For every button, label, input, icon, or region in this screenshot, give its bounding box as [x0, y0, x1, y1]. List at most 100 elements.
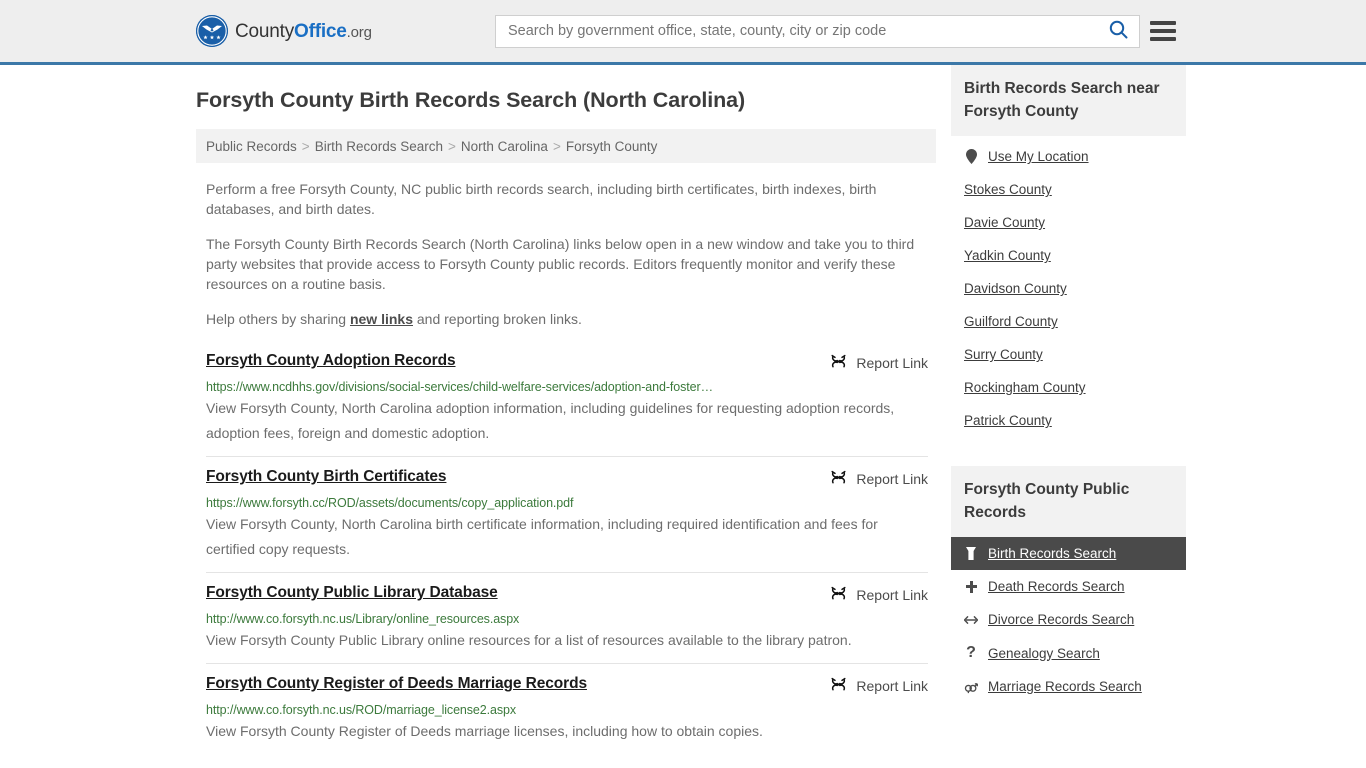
search-button[interactable] [1097, 16, 1139, 47]
gender-symbols-icon [964, 680, 978, 694]
result-title-link[interactable]: Forsyth County Register of Deeds Marriag… [206, 675, 587, 693]
sidebar-item-davidson-county[interactable]: Davidson County [951, 272, 1186, 305]
sidebar-link-label[interactable]: Death Records Search [988, 579, 1125, 594]
logo-text-county: County [235, 20, 295, 42]
menu-bar-2 [1150, 29, 1176, 33]
sidebar-link-label[interactable]: Stokes County [964, 182, 1052, 197]
report-link-button[interactable]: Report Link [830, 353, 928, 373]
sidebar-item-guilford-county[interactable]: Guilford County [951, 305, 1186, 338]
breadcrumb-item-public-records[interactable]: Public Records [206, 139, 297, 154]
nearby-counties-list: Use My Location Stokes County Davie Coun… [951, 140, 1186, 437]
sidebar-link-label[interactable]: Genealogy Search [988, 646, 1100, 661]
result-title-link[interactable]: Forsyth County Birth Certificates [206, 468, 447, 486]
menu-bar-1 [1150, 21, 1176, 25]
result-header: Forsyth County Public Library Database R… [206, 584, 928, 605]
sidebar-link-label[interactable]: Divorce Records Search [988, 612, 1134, 627]
logo-text-org: .org [346, 23, 372, 41]
search-bar[interactable] [495, 14, 1140, 48]
breadcrumb-item-birth-records-search[interactable]: Birth Records Search [315, 139, 443, 154]
menu-bar-3 [1150, 37, 1176, 41]
nearby-counties-box: Birth Records Search near Forsyth County… [951, 65, 1186, 437]
left-right-arrow-icon [964, 614, 978, 626]
sidebar-item-marriage-records-search[interactable]: Marriage Records Search [951, 670, 1186, 703]
result-title-link[interactable]: Forsyth County Adoption Records [206, 352, 456, 370]
sidebar-link-label[interactable]: Davidson County [964, 281, 1067, 296]
sidebar-link-label[interactable]: Birth Records Search [988, 546, 1116, 561]
sidebar-item-divorce-records-search[interactable]: Divorce Records Search [951, 603, 1186, 636]
sidebar-item-yadkin-county[interactable]: Yadkin County [951, 239, 1186, 272]
intro-paragraph-1: Perform a free Forsyth County, NC public… [206, 181, 877, 217]
result-item: Forsyth County Birth Certificates Report… [206, 456, 928, 572]
report-link-label: Report Link [856, 587, 928, 603]
result-description: View Forsyth County Public Library onlin… [206, 632, 852, 648]
search-icon [1109, 20, 1128, 42]
sidebar-link-label[interactable]: Patrick County [964, 413, 1052, 428]
report-link-label: Report Link [856, 355, 928, 371]
result-item: Forsyth County Register of Deeds Marriag… [206, 663, 928, 754]
report-link-label: Report Link [856, 678, 928, 694]
page-body: Forsyth County Birth Records Search (Nor… [0, 65, 1366, 754]
sidebar-link-label[interactable]: Rockingham County [964, 380, 1086, 395]
sidebar-item-genealogy-search[interactable]: ? Genealogy Search [951, 636, 1186, 670]
breadcrumb-item-north-carolina[interactable]: North Carolina [461, 139, 548, 154]
question-mark-icon: ? [966, 644, 976, 661]
result-url[interactable]: http://www.co.forsyth.nc.us/Library/onli… [206, 612, 928, 626]
sidebar-item-stokes-county[interactable]: Stokes County [951, 173, 1186, 206]
nearby-counties-title: Birth Records Search near Forsyth County [951, 65, 1186, 136]
result-url[interactable]: https://www.ncdhhs.gov/divisions/social-… [206, 380, 928, 394]
breadcrumb-separator: > [552, 138, 561, 154]
logo-wordmark: CountyOffice.org [235, 22, 372, 41]
sidebar-link-label[interactable]: Marriage Records Search [988, 679, 1142, 694]
broken-link-icon [830, 676, 847, 696]
cross-icon [964, 580, 978, 594]
sidebar-item-death-records-search[interactable]: Death Records Search [951, 570, 1186, 603]
result-header: Forsyth County Birth Certificates Report… [206, 468, 928, 489]
public-records-list: Birth Records Search Death Records Searc… [951, 537, 1186, 703]
sidebar: Birth Records Search near Forsyth County… [951, 65, 1186, 754]
breadcrumb-separator: > [448, 138, 456, 154]
sidebar-link-label[interactable]: Davie County [964, 215, 1045, 230]
report-link-button[interactable]: Report Link [830, 469, 928, 489]
broken-link-icon [830, 585, 847, 605]
breadcrumb-separator: > [301, 138, 310, 154]
result-url[interactable]: https://www.forsyth.cc/ROD/assets/docume… [206, 496, 928, 510]
new-links-link[interactable]: new links [350, 311, 413, 327]
sidebar-item-surry-county[interactable]: Surry County [951, 338, 1186, 371]
result-description: View Forsyth County, North Carolina birt… [206, 516, 878, 557]
baby-icon [964, 546, 978, 561]
logo-text-office: Office [294, 20, 347, 42]
sidebar-link-label[interactable]: Surry County [964, 347, 1043, 362]
sidebar-item-patrick-county[interactable]: Patrick County [951, 404, 1186, 437]
sidebar-link-label[interactable]: Yadkin County [964, 248, 1051, 263]
share-text-after: and reporting broken links. [413, 311, 582, 327]
result-header: Forsyth County Register of Deeds Marriag… [206, 675, 928, 696]
report-link-button[interactable]: Report Link [830, 585, 928, 605]
share-links-paragraph: Help others by sharing new links and rep… [196, 309, 936, 329]
main-column: Forsyth County Birth Records Search (Nor… [196, 65, 936, 754]
result-description: View Forsyth County, North Carolina adop… [206, 400, 895, 441]
report-link-button[interactable]: Report Link [830, 676, 928, 696]
page-title: Forsyth County Birth Records Search (Nor… [196, 88, 746, 112]
sidebar-item-davie-county[interactable]: Davie County [951, 206, 1186, 239]
result-title-link[interactable]: Forsyth County Public Library Database [206, 584, 498, 602]
site-header: CountyOffice.org [0, 0, 1366, 65]
sidebar-link-label[interactable]: Use My Location [988, 149, 1089, 164]
result-url[interactable]: http://www.co.forsyth.nc.us/ROD/marriage… [206, 703, 928, 717]
search-input[interactable] [496, 15, 1097, 47]
results-list: Forsyth County Adoption Records Report L… [196, 352, 936, 754]
broken-link-icon [830, 469, 847, 489]
sidebar-item-use-my-location[interactable]: Use My Location [951, 140, 1186, 173]
result-header: Forsyth County Adoption Records Report L… [206, 352, 928, 373]
result-item: Forsyth County Adoption Records Report L… [206, 352, 928, 456]
sidebar-item-birth-records-search[interactable]: Birth Records Search [951, 537, 1186, 570]
public-records-title: Forsyth County Public Records [951, 466, 1186, 537]
sidebar-item-rockingham-county[interactable]: Rockingham County [951, 371, 1186, 404]
hamburger-menu-icon[interactable] [1150, 19, 1176, 43]
breadcrumb: Public Records > Birth Records Search > … [196, 129, 936, 163]
broken-link-icon [830, 353, 847, 373]
sidebar-link-label[interactable]: Guilford County [964, 314, 1058, 329]
breadcrumb-item-forsyth-county[interactable]: Forsyth County [566, 139, 658, 154]
map-pin-icon [964, 149, 978, 164]
site-logo[interactable]: CountyOffice.org [196, 15, 372, 47]
result-description: View Forsyth County Register of Deeds ma… [206, 723, 763, 739]
